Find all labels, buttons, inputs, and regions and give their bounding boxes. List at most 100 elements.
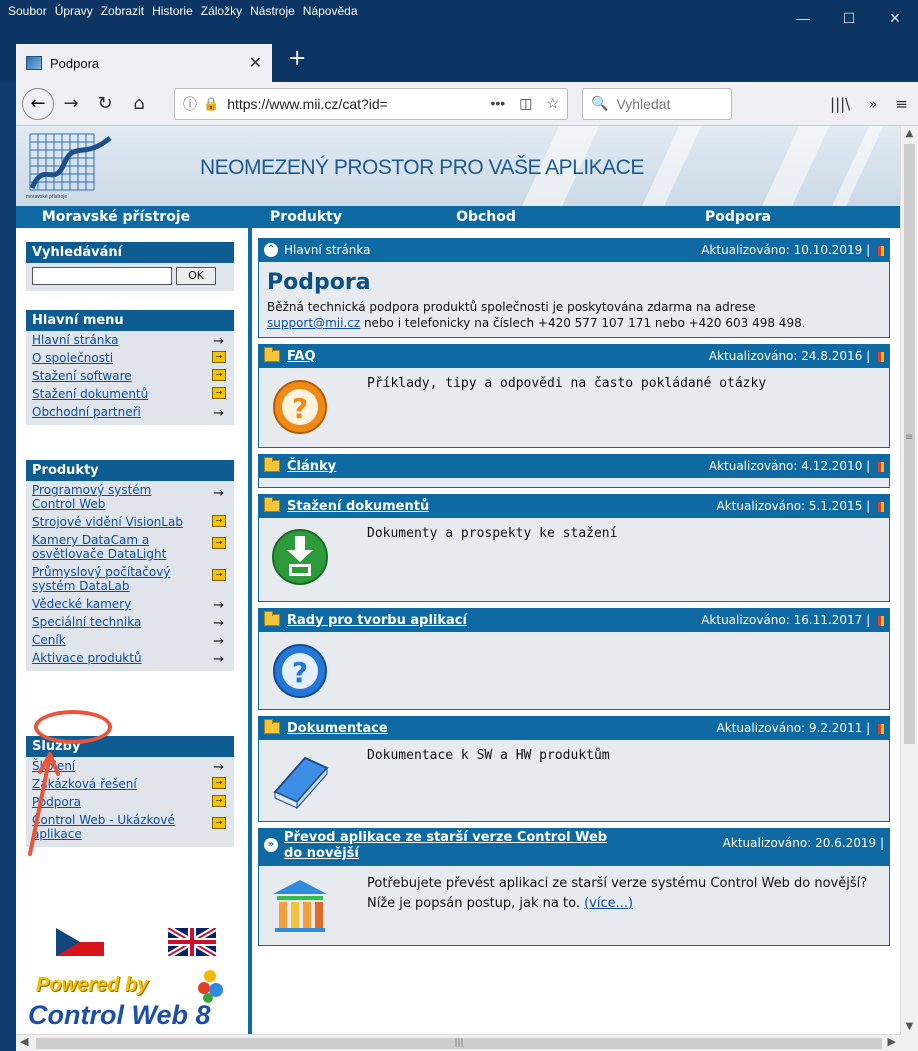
overflow-icon[interactable]: »	[868, 95, 877, 113]
intro-text: Běžná technická podpora produktů společn…	[267, 300, 806, 330]
tab-podpora[interactable]: Podpora ✕	[16, 44, 272, 82]
topnav-moravske[interactable]: Moravské přístroje	[16, 206, 216, 228]
czech-flag-icon[interactable]	[56, 928, 104, 956]
section-stazeni-dokumentu: Stažení dokumentů Aktualizováno: 5.1.2015…	[258, 494, 890, 602]
topnav-obchod[interactable]: Obchod	[396, 206, 576, 228]
menu-nastroje[interactable]: Nástroje	[250, 4, 295, 18]
uk-flag-icon[interactable]	[168, 928, 216, 956]
search-icon: 🔍	[591, 95, 609, 111]
sidebar-item-hlavni-stranka[interactable]: Hlavní stránka →	[26, 331, 234, 349]
hamburger-menu-icon[interactable]: ≡	[895, 95, 908, 113]
sidebar-item-specialni-technika[interactable]: Speciální technika →	[26, 613, 234, 631]
section-title-link[interactable]: FAQ	[287, 349, 316, 364]
menu-upravy[interactable]: Úpravy	[55, 4, 93, 18]
submenu-icon: →	[212, 569, 226, 581]
main-content: ⌃ Hlavní stránka Aktualizováno: 10.10.20…	[258, 238, 890, 946]
arrow-right-icon: →	[213, 406, 224, 421]
scroll-down-icon[interactable]: ▼	[901, 1021, 918, 1032]
scroll-thumb[interactable]	[904, 144, 915, 744]
breadcrumb-bar: ⌃ Hlavní stránka Aktualizováno: 10.10.20…	[258, 238, 890, 262]
up-chevron-icon[interactable]: ⌃	[264, 243, 278, 257]
section-dokumentace: Dokumentace Aktualizováno: 9.2.2011 | Dok…	[258, 716, 890, 822]
building-migration-icon[interactable]	[269, 874, 331, 936]
support-email-link[interactable]: support@mii.cz	[267, 316, 360, 330]
sidebar-item-visionlab[interactable]: Strojové vidění VisionLab →	[26, 513, 234, 531]
scroll-left-icon[interactable]: ◀	[20, 1035, 28, 1048]
maximize-icon[interactable]: ☐	[826, 10, 872, 27]
search-ok-button[interactable]: OK	[176, 267, 216, 285]
h-scroll-thumb[interactable]: |||	[36, 1038, 882, 1049]
scroll-right-icon[interactable]: ▶	[888, 1035, 896, 1048]
svg-text:?: ?	[292, 392, 308, 425]
library-icon[interactable]: |||\	[830, 95, 850, 113]
menu-zalozky[interactable]: Záložky	[201, 4, 242, 18]
sidebar-item-control-web[interactable]: Programový systém Control Web →	[26, 481, 224, 513]
sidebar-item-cenik[interactable]: Ceník →	[26, 631, 234, 649]
close-tab-icon[interactable]: ✕	[249, 53, 262, 73]
folder-icon	[264, 497, 280, 512]
submenu-icon: →	[212, 387, 226, 399]
section-title-link[interactable]: Rady pro tvorbu aplikací	[287, 613, 467, 628]
search-box: Vyhledávání OK	[26, 242, 234, 291]
pocket-icon[interactable]: ◫	[519, 95, 532, 112]
sidebar-item-aktivace[interactable]: Aktivace produktů →	[26, 649, 234, 671]
home-icon[interactable]: ⌂	[122, 93, 156, 114]
more-actions-icon[interactable]: •••	[490, 95, 505, 112]
question-mark-blue-icon[interactable]: ?	[269, 640, 331, 702]
question-mark-orange-icon[interactable]: ?	[269, 376, 331, 438]
sidebar-item-datacam[interactable]: Kamery DataCam a osvětlovače DataLight →	[26, 531, 226, 563]
bookmark-star-icon[interactable]: ☆	[546, 95, 559, 112]
new-tab-icon[interactable]: +	[288, 46, 306, 71]
topnav-produkty[interactable]: Produkty	[216, 206, 396, 228]
section-title-link[interactable]: Články	[287, 459, 336, 474]
search-bar[interactable]: 🔍 Vyhledat	[582, 87, 732, 120]
section-title-link[interactable]: Stažení dokumentů	[287, 499, 429, 514]
sidebar-item-stazeni-dokumentu[interactable]: Stažení dokumentů →	[26, 385, 234, 403]
close-window-icon[interactable]: ✕	[872, 10, 918, 27]
section-rady: Rady pro tvorbu aplikací Aktualizováno: 1…	[258, 608, 890, 710]
back-icon[interactable]: ←	[22, 87, 54, 120]
sidebar-item-datalab[interactable]: Průmyslový počítačový systém DataLab →	[26, 563, 226, 595]
section-description: Příklady, tipy a odpovědi na často poklá…	[367, 376, 767, 391]
menu-historie[interactable]: Historie	[152, 4, 193, 18]
section-description: Dokumenty a prospekty ke stažení	[367, 526, 618, 541]
company-logo-icon[interactable]	[24, 130, 116, 202]
download-icon[interactable]	[269, 526, 331, 588]
section-title-link[interactable]: Převod aplikace ze starší verze Control …	[284, 830, 607, 862]
menu-napoveda[interactable]: Nápověda	[303, 4, 358, 18]
main-menu-heading: Hlavní menu	[26, 310, 234, 331]
tab-title: Podpora	[50, 55, 100, 71]
reload-icon[interactable]: ↻	[88, 93, 122, 114]
menu-soubor[interactable]: Soubor	[8, 4, 47, 18]
site-tagline: NEOMEZENÝ PROSTOR PRO VAŠE APLIKACE	[200, 156, 644, 179]
sidebar-item-obchodni-partneri[interactable]: Obchodní partneři →	[26, 403, 234, 425]
url-bar[interactable]: ⓘ 🔒 https://www.mii.cz/cat?id= ••• ◫ ☆	[174, 87, 568, 120]
sidebar-item-stazeni-software[interactable]: Stažení software →	[26, 367, 234, 385]
menu-bar: Soubor Úpravy Zobrazit Historie Záložky …	[0, 0, 918, 40]
sidebar-item-vedecke-kamery[interactable]: Vědecké kamery →	[26, 595, 234, 613]
vertical-scrollbar[interactable]: ▲ ≡ ▼	[900, 126, 918, 1034]
topnav-podpora[interactable]: Podpora	[576, 206, 900, 228]
sidebar: Vyhledávání OK Hlavní menu Hlavní stránk…	[16, 228, 252, 1034]
horizontal-scrollbar[interactable]: ◀ ||| ▶	[16, 1034, 900, 1051]
forward-icon[interactable]: →	[54, 93, 88, 114]
submenu-icon: →	[212, 795, 226, 807]
grip-icon: ≡	[905, 432, 914, 443]
sidebar-item-o-spolecnosti[interactable]: O společnosti →	[26, 349, 234, 367]
folder-icon	[264, 611, 280, 626]
nav-bar: ← → ↻ ⌂ ⓘ 🔒 https://www.mii.cz/cat?id= •…	[16, 82, 918, 126]
breadcrumb-home[interactable]: Hlavní stránka	[284, 243, 371, 257]
products-heading: Produkty	[26, 460, 234, 481]
site-search-input[interactable]	[32, 267, 172, 285]
info-icon[interactable]: ⓘ	[183, 94, 197, 114]
folder-icon	[264, 347, 280, 362]
scroll-up-icon[interactable]: ▲	[901, 128, 918, 139]
more-link[interactable]: (více...)	[584, 896, 633, 911]
menu-zobrazit[interactable]: Zobrazit	[101, 4, 144, 18]
book-icon[interactable]	[269, 748, 331, 810]
section-title-link[interactable]: Dokumentace	[287, 721, 388, 736]
svg-text:?: ?	[292, 656, 308, 689]
powered-by-logo[interactable]: Powered by Control Web 8	[26, 966, 236, 1034]
section-prevod: » Převod aplikace ze starší verze Contro…	[258, 828, 890, 946]
minimize-icon[interactable]: —	[780, 10, 826, 27]
